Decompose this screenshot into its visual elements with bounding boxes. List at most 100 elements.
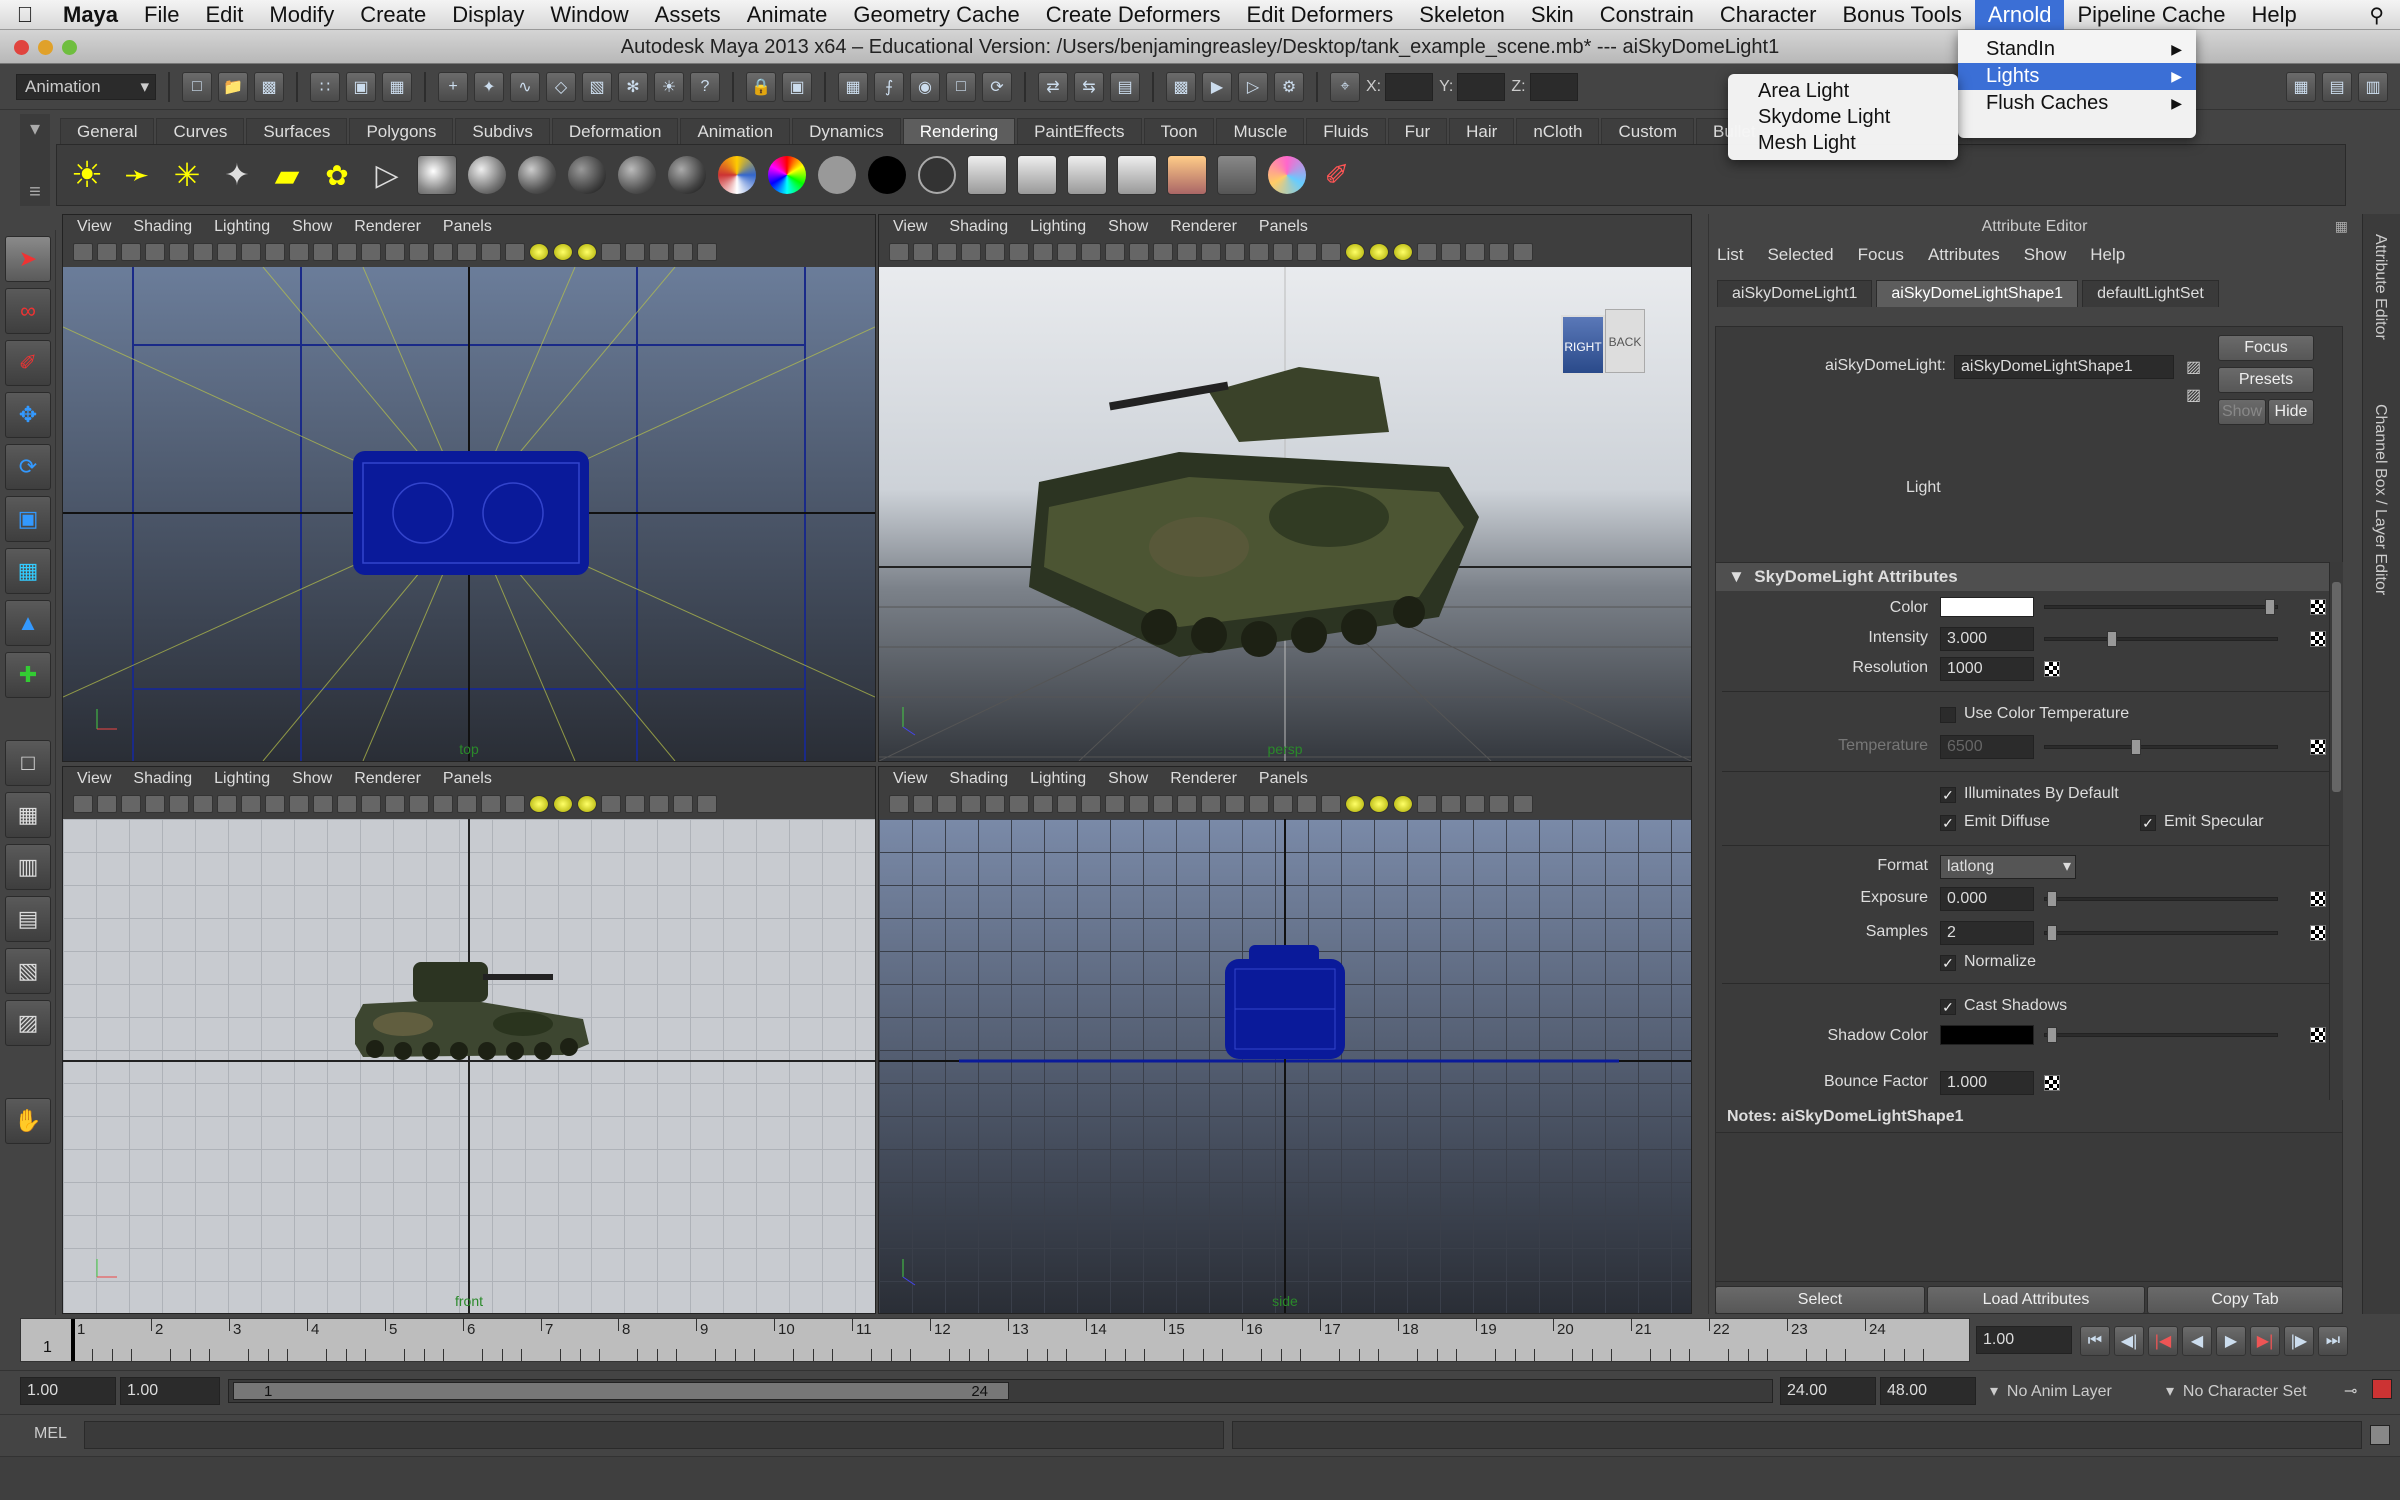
bookmark-icon[interactable] <box>937 795 957 813</box>
paint-select-tool-icon[interactable]: ✐ <box>5 340 51 386</box>
menu-help[interactable]: Help <box>2238 0 2309 30</box>
ambient-light-icon[interactable]: ☀ <box>65 153 109 197</box>
auto-key-icon[interactable]: ⊸ <box>2344 1381 2357 1401</box>
output-ops-icon[interactable]: ⇆ <box>1074 71 1104 102</box>
range-slider[interactable]: 1 24 <box>228 1379 1773 1403</box>
apple-icon[interactable]:  <box>0 2 50 28</box>
batch-render-icon[interactable] <box>1215 153 1259 197</box>
shelf-tab-curves[interactable]: Curves <box>156 118 245 144</box>
flat-shade-icon[interactable] <box>1249 795 1269 813</box>
gate-mask-icon[interactable] <box>265 243 285 261</box>
use-all-lights-icon[interactable] <box>553 795 573 813</box>
film-gate-icon[interactable] <box>217 243 237 261</box>
save-scene-icon[interactable]: ▩ <box>254 71 284 102</box>
xray-icon[interactable] <box>649 243 669 261</box>
copy-tab-button[interactable]: Copy Tab <box>2147 1286 2343 1314</box>
view-cube-back-face[interactable]: BACK <box>1605 309 1645 373</box>
use-default-material-icon[interactable] <box>505 795 525 813</box>
wireframe-icon[interactable] <box>361 243 381 261</box>
viewport-menu-show[interactable]: Show <box>292 767 332 791</box>
ae-menu-focus[interactable]: Focus <box>1858 240 1904 270</box>
menu-maya[interactable]: Maya <box>50 0 131 30</box>
current-time-marker[interactable] <box>71 1319 75 1361</box>
wireframe-icon[interactable] <box>361 795 381 813</box>
grid-icon[interactable] <box>193 795 213 813</box>
menu-window[interactable]: Window <box>537 0 641 30</box>
time-slider[interactable]: 1 2 3 4 5 6 7 8 9 10 11 12 13 14 15 16 17 18 19 20 21 22 23 24 1 <box>20 1318 1970 1362</box>
resolution-gate-icon[interactable] <box>1057 243 1077 261</box>
image-plane-icon[interactable] <box>145 795 165 813</box>
bounding-box-icon[interactable] <box>457 243 477 261</box>
shadows-icon[interactable] <box>1393 243 1413 261</box>
xray-icon[interactable] <box>649 795 669 813</box>
xray-joints-icon[interactable] <box>1489 795 1509 813</box>
attributes-scrollbar[interactable] <box>2329 562 2343 1100</box>
safe-action-icon[interactable] <box>1129 243 1149 261</box>
menu-bonus-tools[interactable]: Bonus Tools <box>1829 0 1974 30</box>
viewport-menu-view[interactable]: View <box>893 767 927 791</box>
ambient-occlusion-icon[interactable] <box>1417 795 1437 813</box>
select-button[interactable]: Select <box>1715 1286 1925 1314</box>
safe-action-icon[interactable] <box>1129 795 1149 813</box>
menu-display[interactable]: Display <box>439 0 537 30</box>
select-object-icon[interactable]: ▣ <box>346 71 376 102</box>
ae-menu-help[interactable]: Help <box>2090 240 2125 270</box>
lights-menu-area-light[interactable]: Area Light <box>1728 78 1958 104</box>
blinn-material-icon[interactable] <box>515 153 559 197</box>
menu-create[interactable]: Create <box>347 0 439 30</box>
tab-aiskydomelight1[interactable]: aiSkyDomeLight1 <box>1717 280 1873 307</box>
menu-constrain[interactable]: Constrain <box>1587 0 1707 30</box>
illuminates-by-default-checkbox[interactable]: ✓ <box>1940 787 1956 803</box>
show-button[interactable]: Show <box>2218 399 2266 425</box>
xray-joints-icon[interactable] <box>673 243 693 261</box>
persp-camera-view[interactable]: RIGHT BACK persp <box>879 267 1691 761</box>
toggle-tool-settings-icon[interactable]: ▤ <box>2322 71 2352 102</box>
shelf-tab-subdivs[interactable]: Subdivs <box>455 118 550 144</box>
hypershade-window-icon[interactable] <box>1115 153 1159 197</box>
hide-button[interactable]: Hide <box>2268 399 2314 425</box>
surface-shader-icon[interactable] <box>815 153 859 197</box>
open-scene-icon[interactable]: 📁 <box>218 71 248 102</box>
shadows-icon[interactable] <box>577 243 597 261</box>
select-camera-icon[interactable] <box>889 795 909 813</box>
viewport-menu-panels[interactable]: Panels <box>1259 215 1308 239</box>
menu-skeleton[interactable]: Skeleton <box>1406 0 1518 30</box>
slider-handle[interactable] <box>2047 1027 2057 1043</box>
tank-side-model[interactable] <box>355 962 589 1060</box>
flat-shade-icon[interactable] <box>433 243 453 261</box>
four-view-layout-icon[interactable]: ▦ <box>5 792 51 838</box>
viewport-menu-show[interactable]: Show <box>1108 767 1148 791</box>
spotlight-search-icon[interactable]: ⚲ <box>2369 3 2384 28</box>
step-forward-key-icon[interactable]: |▶ <box>2284 1326 2314 1356</box>
slider-handle[interactable] <box>2131 739 2141 755</box>
select-hierarchy-icon[interactable]: ∷ <box>310 71 340 102</box>
normalize-checkbox[interactable]: ✓ <box>1940 955 1956 971</box>
shelf-tab-rendering[interactable]: Rendering <box>902 118 1016 144</box>
output-connections-icon[interactable]: ▨ <box>2186 385 2201 405</box>
use-default-material-icon[interactable] <box>1321 243 1341 261</box>
format-dropdown[interactable]: latlong ▾ <box>1940 855 2076 879</box>
hand-icon[interactable]: ✋ <box>5 1098 51 1144</box>
playback-start-field[interactable]: 1.00 <box>120 1377 220 1405</box>
xray-icon[interactable] <box>1465 243 1485 261</box>
shelf-tab-animation[interactable]: Animation <box>680 118 791 144</box>
ae-menu-show[interactable]: Show <box>2024 240 2067 270</box>
2d-pan-zoom-icon[interactable] <box>985 243 1005 261</box>
ipr-render-icon[interactable]: ▷ <box>1238 71 1268 102</box>
show-manipulator-icon[interactable]: ✚ <box>5 652 51 698</box>
viewport-menu-lighting[interactable]: Lighting <box>1030 767 1086 791</box>
tab-defaultlightset[interactable]: defaultLightSet <box>2082 280 2219 307</box>
lock-selection-icon[interactable]: 🔒 <box>746 71 776 102</box>
safe-title-icon[interactable] <box>1153 243 1173 261</box>
animation-start-field[interactable]: 1.00 <box>20 1377 116 1405</box>
top-camera-view[interactable]: top <box>63 267 875 761</box>
isolate-select-icon[interactable] <box>1441 795 1461 813</box>
step-back-frame-icon[interactable]: |◀ <box>2148 1326 2178 1356</box>
exposure-field[interactable]: 0.000 <box>1940 887 2034 911</box>
mask-rendering-icon[interactable]: ☀ <box>654 71 684 102</box>
field-chart-icon[interactable] <box>289 243 309 261</box>
textured-icon[interactable] <box>1345 795 1365 813</box>
shelf-tab-painteffects[interactable]: PaintEffects <box>1017 118 1142 144</box>
ae-menu-selected[interactable]: Selected <box>1767 240 1833 270</box>
play-forward-icon[interactable]: ▶ <box>2216 1326 2246 1356</box>
